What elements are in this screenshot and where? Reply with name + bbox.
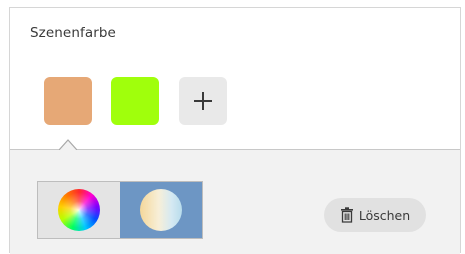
selection-pointer-divider	[10, 139, 460, 151]
color-swatch-2[interactable]	[111, 77, 159, 125]
white-tone-icon	[140, 189, 182, 231]
color-mode-toggle	[37, 181, 203, 239]
color-swatch-1[interactable]	[44, 77, 92, 125]
delete-button-label: Löschen	[358, 207, 411, 223]
white-tone-mode-button[interactable]	[120, 182, 202, 238]
color-wheel-icon	[58, 189, 100, 231]
delete-button[interactable]: Löschen	[324, 198, 426, 232]
color-mode-area: Löschen	[10, 150, 460, 254]
color-wheel-mode-button[interactable]	[38, 182, 120, 238]
scene-color-panel: Szenenfarbe Löschen	[9, 7, 461, 254]
trash-icon	[340, 207, 353, 223]
plus-icon	[194, 92, 212, 110]
add-color-button[interactable]	[179, 77, 227, 125]
section-title: Szenenfarbe	[30, 25, 116, 41]
